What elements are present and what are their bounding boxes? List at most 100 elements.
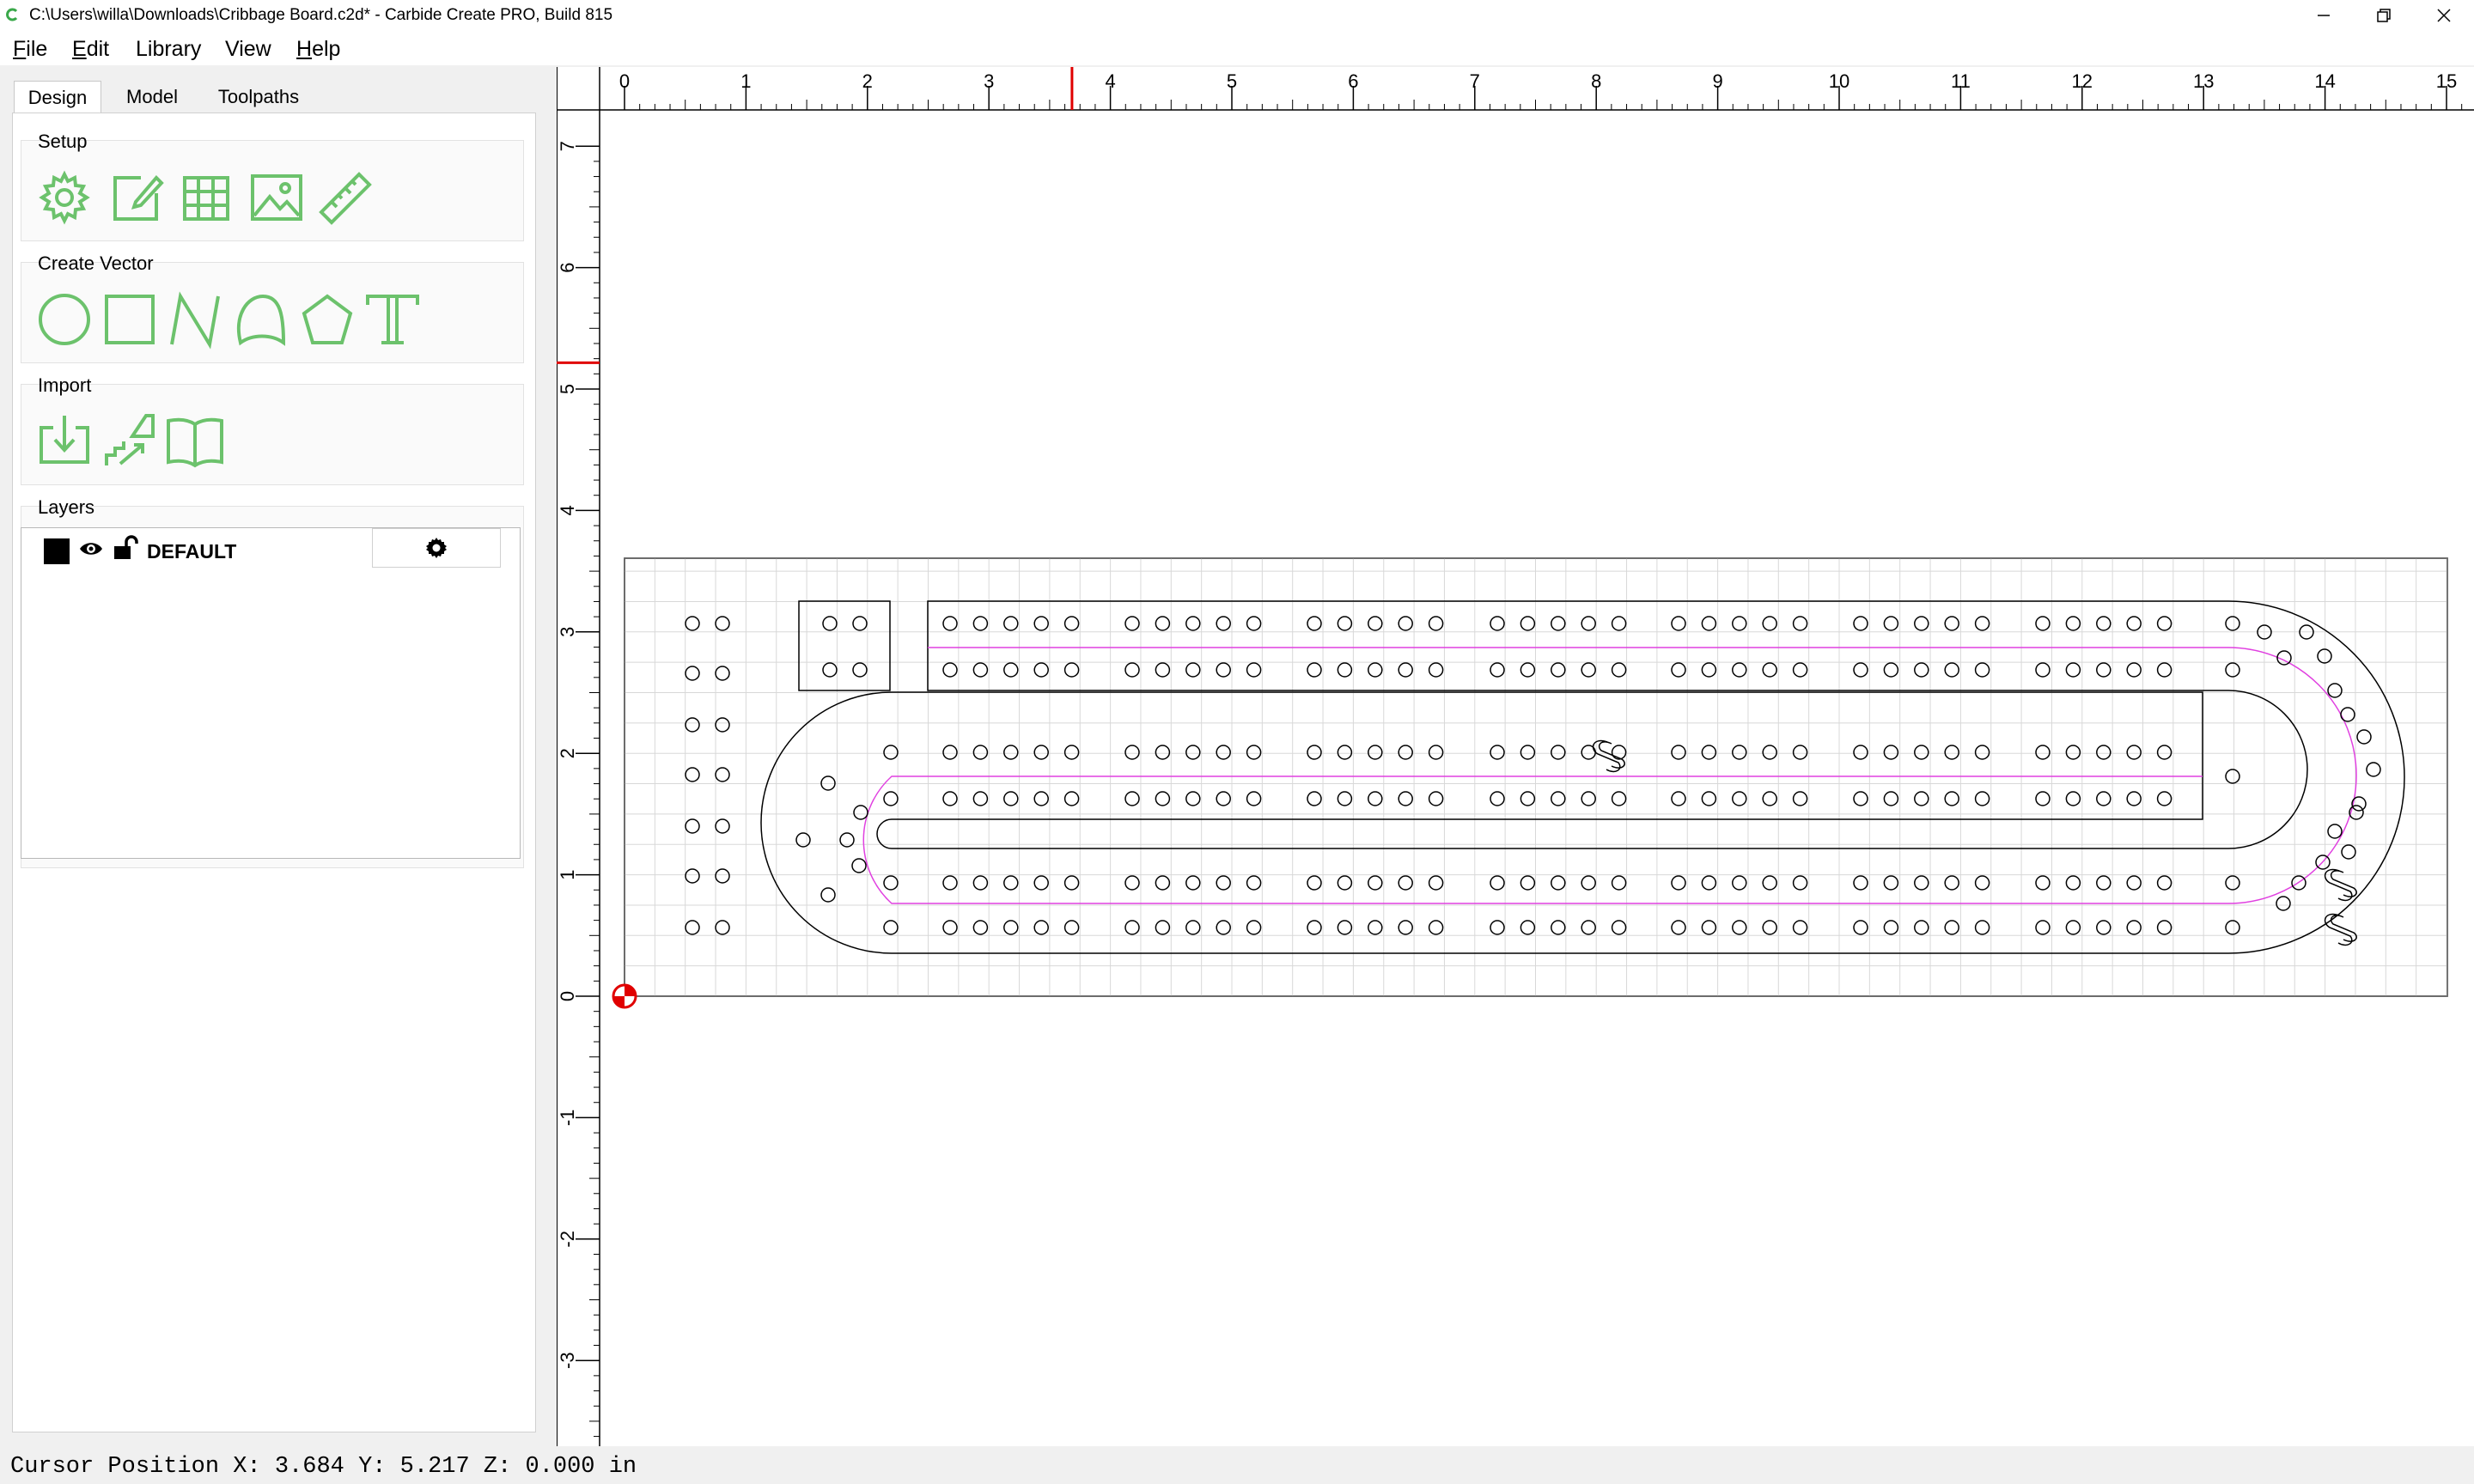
ruler-x-label: 0 [619, 70, 630, 92]
polyline-icon [170, 291, 220, 350]
eye-icon[interactable] [78, 538, 104, 559]
menu-edit-accel: E [72, 37, 87, 61]
ruler-y-label: 1 [557, 869, 578, 879]
design-canvas[interactable]: 0 1 2 3 4 5 6 7 8 9 10 11 12 13 14 15 7 6 5 4 3 2 1 0 -1 -2 -3 [556, 67, 2474, 1446]
menu-help-label: elp [312, 37, 341, 61]
import-vector-button[interactable] [34, 411, 94, 471]
ruler-y-label: 3 [557, 627, 578, 637]
grid-button[interactable] [176, 167, 236, 228]
menu-file-accel: F [13, 37, 27, 61]
library-book-icon [167, 417, 223, 468]
ruler-y-label: 2 [557, 748, 578, 758]
ruler-x-label: 3 [984, 70, 994, 92]
library-button[interactable] [165, 411, 225, 471]
import-stl-icon [105, 414, 155, 465]
setup-title: Setup [38, 131, 88, 152]
menu-view[interactable]: View [225, 36, 271, 62]
edit-note-icon [113, 175, 164, 221]
ruler-x-label: 2 [862, 70, 873, 92]
restore-icon [2377, 9, 2391, 22]
ruler-x-label: 1 [740, 70, 751, 92]
close-button[interactable] [2414, 0, 2474, 31]
text-icon [366, 295, 419, 344]
menu-library[interactable]: Library [136, 36, 201, 62]
ruler-x-label: 8 [1591, 70, 1601, 92]
curve-icon [236, 294, 286, 346]
menu-file-label: ile [26, 37, 48, 61]
job-setup-button[interactable] [34, 167, 94, 228]
title-bar: C:\Users\willa\Downloads\Cribbage Board.… [0, 0, 2474, 31]
layer-settings-button[interactable] [372, 528, 501, 568]
ruler-y-label: 5 [557, 384, 578, 394]
import-title: Import [38, 374, 92, 396]
gear-icon [426, 538, 447, 558]
job-setup-gear-icon [39, 170, 90, 225]
grid-icon [183, 176, 229, 221]
create-vector-title: Create Vector [38, 252, 154, 274]
menu-help-accel: H [296, 37, 313, 61]
menu-view-label: View [225, 37, 271, 61]
edit-note-button[interactable] [107, 167, 167, 228]
ruler-x-label: 10 [1829, 70, 1849, 92]
ruler-y-label: -2 [557, 1231, 578, 1248]
ruler-x-label: 9 [1712, 70, 1722, 92]
ruler-x-label: 11 [1951, 70, 1971, 92]
ruler-x-label: 5 [1227, 70, 1237, 92]
ruler-icon [319, 172, 372, 225]
restore-button[interactable] [2354, 0, 2414, 31]
ruler-y-label: -1 [557, 1110, 578, 1127]
ruler-x-label: 4 [1105, 70, 1115, 92]
image-icon [251, 174, 302, 221]
tab-toolpaths[interactable]: Toolpaths [206, 81, 311, 113]
rectangle-icon [105, 295, 155, 344]
origin-marker [612, 983, 637, 1009]
ruler-x-label: 12 [2072, 70, 2093, 92]
window-title: C:\Users\willa\Downloads\Cribbage Board.… [29, 6, 613, 24]
layer-color-swatch[interactable] [44, 538, 70, 564]
ruler-x-label: 15 [2436, 70, 2457, 92]
unlock-icon[interactable] [113, 535, 138, 561]
import-group [21, 384, 524, 485]
stock-area [624, 557, 2448, 997]
menu-edit-label: dit [86, 37, 110, 61]
status-bar: Cursor Position X: 3.684 Y: 5.217 Z: 0.0… [0, 1450, 2474, 1484]
menu-help[interactable]: Help [296, 36, 340, 62]
circle-icon [39, 294, 90, 345]
ruler-y-label: 0 [557, 991, 578, 1001]
minimize-button[interactable] [2294, 0, 2354, 31]
cursor-position-markers [557, 67, 1074, 364]
ruler-x-label: 7 [1470, 70, 1480, 92]
menu-bar: File Edit Library View Help [0, 31, 2474, 65]
carbide-c-icon [6, 8, 18, 21]
ruler-y-label: -3 [557, 1352, 578, 1369]
polygon-icon [302, 294, 353, 344]
image-button[interactable] [246, 167, 306, 228]
close-icon [2437, 9, 2451, 22]
tab-model[interactable]: Model [110, 81, 194, 113]
minimize-icon [2318, 15, 2330, 16]
import-stl-button[interactable] [100, 411, 160, 471]
ruler-x-label: 14 [2314, 70, 2335, 92]
ruler-y-label: 4 [557, 505, 578, 515]
layer-name[interactable]: DEFAULT [147, 538, 236, 564]
ruler-x-label: 6 [1348, 70, 1358, 92]
layers-list: DEFAULT [21, 527, 521, 859]
ruler-y-label: 7 [557, 141, 578, 151]
import-vector-icon [40, 416, 89, 464]
layers-title: Layers [38, 496, 95, 518]
menu-edit[interactable]: Edit [72, 36, 109, 62]
ruler-x-label: 13 [2193, 70, 2214, 92]
menu-library-label: Library [136, 37, 202, 61]
canvas-drawing[interactable]: 0 1 2 3 4 5 6 7 8 9 10 11 12 13 14 15 76543210-1-2-3 [556, 67, 2474, 1446]
polyline-tool[interactable] [165, 289, 225, 350]
rectangle-tool[interactable] [100, 289, 160, 350]
cursor-position-readout: Cursor Position X: 3.684 Y: 5.217 Z: 0.0… [10, 1454, 637, 1480]
ruler-y-label: 6 [557, 262, 578, 272]
circle-tool[interactable] [34, 289, 94, 350]
tab-design[interactable]: Design [14, 81, 101, 114]
text-tool[interactable] [363, 289, 423, 350]
curve-tool[interactable] [232, 289, 292, 350]
ruler-button[interactable] [316, 167, 376, 228]
menu-file[interactable]: File [13, 36, 47, 62]
polygon-tool[interactable] [297, 289, 357, 350]
